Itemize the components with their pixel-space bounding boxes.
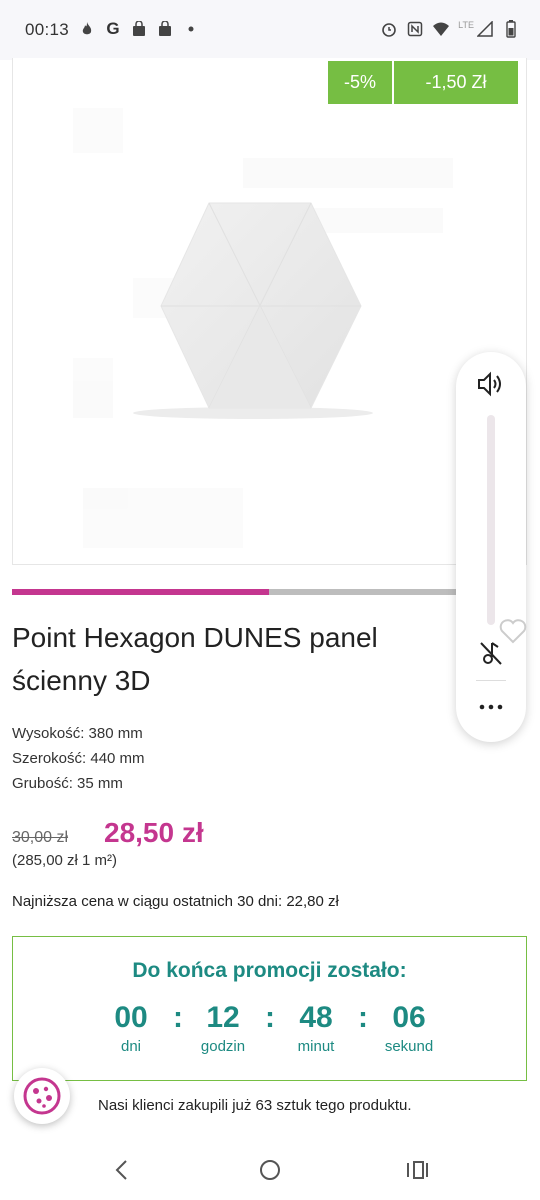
old-price: 30,00 zł (12, 829, 69, 846)
gallery-progress-fill (12, 589, 269, 595)
shopping-bag-icon (156, 19, 174, 39)
lowest-price-info: Najniższa cena w ciągu ostatnich 30 dni:… (12, 893, 339, 910)
countdown-minutes: 48 (299, 1001, 333, 1034)
unit-price: (285,00 zł 1 m²) (12, 852, 118, 869)
customers-purchased-info: Nasi klienci zakupili już 63 sztuk tego … (98, 1097, 412, 1114)
status-bar: 00:13 G LTE (0, 0, 540, 60)
volume-slider[interactable] (487, 415, 495, 625)
wishlist-heart-icon[interactable] (498, 616, 528, 646)
volume-panel[interactable] (456, 352, 526, 742)
shopping-bag-icon (130, 19, 148, 39)
promo-countdown: Do końca promocji zostało: 00 : 12 : 48 … (12, 936, 527, 1081)
countdown-days: 00 (114, 1001, 148, 1034)
volume-icon[interactable] (476, 370, 506, 398)
home-icon[interactable] (246, 1152, 294, 1188)
recents-icon[interactable] (393, 1152, 441, 1188)
dot-icon (182, 19, 200, 39)
spec-thickness: Grubość: 35 mm (12, 775, 123, 792)
fire-icon (78, 19, 96, 39)
nfc-icon (406, 19, 424, 39)
countdown-hours: 12 (206, 1001, 240, 1034)
new-price: 28,50 zł (104, 817, 204, 848)
product-image (73, 108, 453, 548)
countdown-hours-label: godzin (200, 1038, 246, 1055)
battery-icon (502, 19, 520, 39)
discount-percent-badge: -5% (328, 61, 392, 104)
product-title: Point Hexagon DUNES panel ścienny 3D (12, 622, 378, 696)
cookie-settings-button[interactable] (14, 1068, 70, 1124)
more-icon[interactable] (478, 700, 504, 714)
network-type: LTE (458, 20, 474, 30)
back-icon[interactable] (98, 1152, 146, 1188)
countdown-minutes-label: minut (297, 1038, 335, 1055)
cookie-icon (23, 1077, 61, 1115)
product-image-frame[interactable] (12, 58, 527, 565)
countdown-seconds: 06 (392, 1001, 426, 1034)
notification-icons: G (78, 19, 200, 39)
wifi-icon (432, 19, 450, 39)
status-time: 00:13 (25, 20, 70, 39)
countdown-seconds-label: sekund (384, 1038, 434, 1055)
volume-divider (476, 680, 506, 681)
system-icons: LTE (380, 19, 520, 39)
countdown-title: Do końca promocji zostało: (132, 959, 407, 982)
spec-width: Szerokość: 440 mm (12, 750, 145, 767)
google-icon: G (106, 19, 120, 38)
signal-icon (476, 19, 494, 39)
alarm-icon (380, 19, 398, 39)
navigation-bar (0, 1140, 540, 1200)
countdown-days-label: dni (120, 1038, 142, 1055)
discount-amount-badge: -1,50 Zł (394, 61, 518, 104)
spec-height: Wysokość: 380 mm (12, 725, 143, 742)
